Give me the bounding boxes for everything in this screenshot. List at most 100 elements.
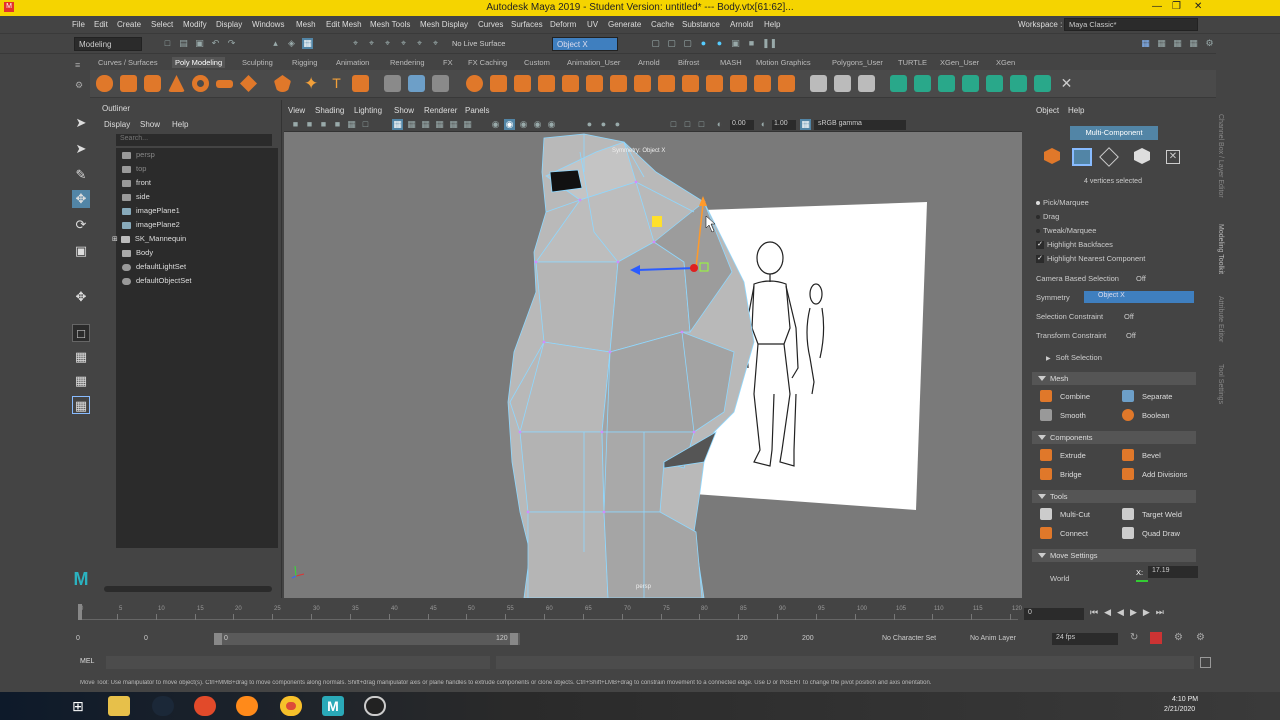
viewport-menu-renderer[interactable]: Renderer (424, 106, 457, 115)
render-icon[interactable]: ▢ (650, 38, 661, 49)
playback-controls[interactable]: ⏮◀◀▶▶⏭ (1090, 607, 1170, 618)
color-management-icon[interactable]: ▦ (800, 119, 811, 130)
outliner-menu-help[interactable]: Help (172, 120, 188, 129)
shelf-tab[interactable]: Sculpting (242, 58, 273, 67)
mirror-icon[interactable]: ✕ (1058, 75, 1075, 92)
menu-surfaces[interactable]: Surfaces (511, 20, 543, 29)
obs-icon[interactable] (364, 696, 386, 716)
tweak-marquee-option[interactable]: Tweak/Marquee (1036, 226, 1096, 235)
symmetry-field[interactable]: Object X (552, 37, 618, 51)
stop-render-icon[interactable]: ■ (746, 38, 757, 49)
combine-shelf-icon[interactable] (384, 75, 401, 92)
type-tool-icon[interactable]: T (328, 75, 345, 92)
edge-mode-icon[interactable] (1099, 147, 1119, 167)
auto-key-icon[interactable] (1150, 632, 1162, 644)
outliner-search-input[interactable]: Search... (116, 134, 272, 146)
panel-layout-icon[interactable]: ▦ (1140, 38, 1151, 49)
poly-sphere-icon[interactable] (96, 75, 113, 92)
smooth-button[interactable]: Smooth (1034, 407, 1114, 423)
outliner-scrollbar[interactable] (104, 586, 272, 592)
character-set-dropdown[interactable]: No Character Set (882, 635, 936, 642)
spherical-map-icon[interactable] (962, 75, 979, 92)
scale-tool-icon[interactable]: ▣ (72, 242, 90, 260)
menu-file[interactable]: File (72, 20, 85, 29)
camera-select-icon[interactable]: ■ (290, 119, 301, 130)
separate-shelf-icon[interactable] (408, 75, 425, 92)
shelf-tab[interactable]: FX Caching (468, 58, 507, 67)
windows-start-icon[interactable]: ⊞ (72, 698, 90, 714)
smooth-shade-icon[interactable]: ▦ (406, 119, 417, 130)
outliner-item[interactable]: persp (122, 150, 155, 162)
shelf-tab[interactable]: Animation (336, 58, 369, 67)
merge-icon[interactable] (586, 75, 603, 92)
menu-deform[interactable]: Deform (550, 20, 576, 29)
bookmark-icon[interactable]: ■ (318, 119, 329, 130)
extrude-button[interactable]: Extrude (1034, 447, 1114, 463)
platonic-icon[interactable] (274, 75, 291, 92)
exposure-field[interactable]: 0.00 (730, 120, 754, 130)
last-tool-icon[interactable]: ✥ (72, 288, 90, 306)
tool-settings-tab[interactable]: Tool Settings (1217, 364, 1224, 404)
xray-icon[interactable]: ◉ (504, 119, 515, 130)
menu-mesh[interactable]: Mesh (296, 20, 316, 29)
snap-curve-icon[interactable]: ⌖ (366, 38, 377, 49)
menu-edit[interactable]: Edit (94, 20, 108, 29)
shadows-icon[interactable]: ▦ (448, 119, 459, 130)
poly-plane-icon[interactable] (216, 80, 233, 88)
move-x-field[interactable]: 17.19 (1148, 566, 1198, 578)
grid-toggle-icon[interactable]: ▦ (346, 119, 357, 130)
field-chart-icon[interactable]: □ (696, 119, 707, 130)
anim-prefs-icon[interactable]: ⚙ (1174, 632, 1183, 643)
menu-generate[interactable]: Generate (608, 20, 641, 29)
pause-icon[interactable]: ❚❚ (762, 38, 777, 49)
time-slider[interactable]: 0 5 10 15 20 25 30 35 40 45 50 55 60 65 70 75 80 85 90 95 10… (66, 602, 1216, 628)
menu-substance[interactable]: Substance (682, 20, 720, 29)
soft-selection-section[interactable]: ▶ Soft Selection (1046, 353, 1102, 362)
append-icon[interactable] (538, 75, 555, 92)
snap-surface-icon[interactable]: ⌖ (414, 38, 425, 49)
camera-attr-icon[interactable]: ■ (304, 119, 315, 130)
symmetry-dropdown[interactable]: Object X (1084, 291, 1194, 303)
drag-option[interactable]: Drag (1036, 212, 1059, 221)
mel-input[interactable] (106, 656, 490, 669)
menu-arnold[interactable]: Arnold (730, 20, 753, 29)
poly-cone-icon[interactable] (168, 75, 185, 92)
uv-layout-icon[interactable] (890, 75, 907, 92)
colorspace-dropdown[interactable]: sRGB gamma (814, 120, 906, 130)
shelf-tab[interactable]: FX (443, 58, 453, 67)
attribute-editor-tab[interactable]: Attribute Editor (1217, 296, 1224, 342)
shelf-tab[interactable]: MASH (720, 58, 742, 67)
range-end-handle[interactable] (510, 633, 518, 645)
snap-grid-icon[interactable]: ⌖ (350, 38, 361, 49)
mode-dropdown[interactable]: Modeling (74, 37, 142, 51)
extract-icon[interactable] (466, 75, 483, 92)
toggle-panel-icon[interactable]: ▦ (1156, 38, 1167, 49)
select-tool-icon[interactable]: ➤ (72, 114, 90, 132)
outliner-persp-icon[interactable]: ▦ (72, 396, 90, 414)
app-red-icon[interactable] (194, 696, 216, 716)
dof-icon[interactable]: ● (598, 119, 609, 130)
outliner-item[interactable]: top (122, 164, 146, 176)
shelf-tab[interactable]: Animation_User (567, 58, 620, 67)
ambient-occ-icon[interactable]: ● (612, 119, 623, 130)
multisample-icon[interactable]: ◉ (546, 119, 557, 130)
chrome-icon[interactable] (280, 696, 302, 716)
outliner-item[interactable]: side (122, 192, 150, 204)
isolate-icon[interactable]: ◉ (532, 119, 543, 130)
loop-icon[interactable]: ↻ (1130, 632, 1146, 643)
viewport-menu-view[interactable]: View (288, 106, 305, 115)
reduce-icon[interactable] (730, 75, 747, 92)
shelf-tab[interactable]: XGen_User (940, 58, 979, 67)
object-mode-icon[interactable] (1044, 148, 1060, 164)
shelf-tab[interactable]: Polygons_User (832, 58, 883, 67)
lasso-tool-icon[interactable]: ➤ (72, 140, 90, 158)
ssao-icon[interactable]: ▦ (462, 119, 473, 130)
extrude-shelf-icon[interactable] (610, 75, 627, 92)
mesh-section-header[interactable]: Mesh (1032, 372, 1196, 385)
boolean-button[interactable]: Boolean (1116, 407, 1196, 423)
transform-constraint-value[interactable]: Off (1126, 331, 1136, 340)
tools-section-header[interactable]: Tools (1032, 490, 1196, 503)
script-editor-icon[interactable] (1200, 657, 1211, 668)
shelf-tab[interactable]: Rendering (390, 58, 425, 67)
file-explorer-icon[interactable] (108, 696, 130, 716)
